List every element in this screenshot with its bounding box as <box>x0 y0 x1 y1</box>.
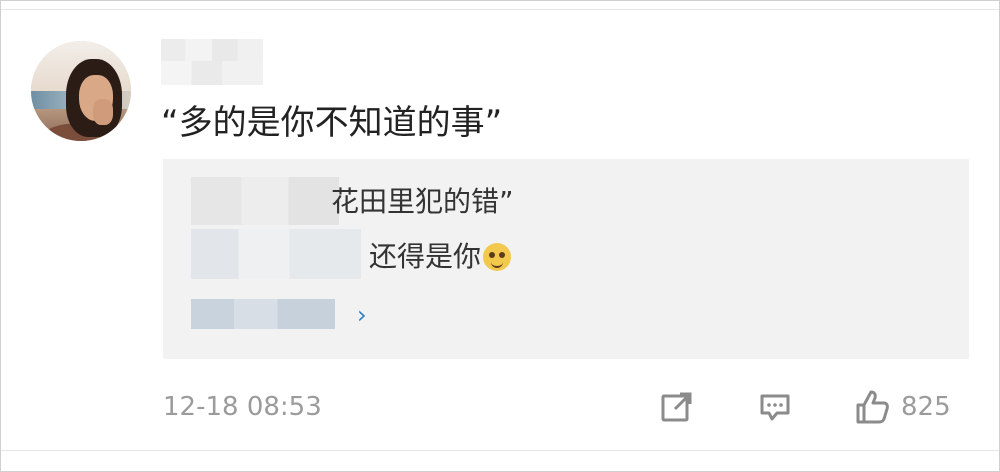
view-replies-link-blurred[interactable] <box>191 299 335 329</box>
quoted-reply-line-1: 花田里犯的错” <box>331 185 514 218</box>
comment-card: “多的是你不知道的事” 花田里犯的错” 还得是你 › 12-18 08:53 8… <box>0 0 1000 472</box>
chevron-right-icon[interactable]: › <box>357 301 367 329</box>
like-count: 825 <box>901 392 951 422</box>
quoted-reply-line-2-text: 还得是你 <box>369 240 482 273</box>
top-divider <box>1 1 999 10</box>
like-button[interactable]: 825 <box>853 387 971 427</box>
doge-icon <box>483 243 512 271</box>
avatar-hand <box>93 99 113 125</box>
comment-button[interactable] <box>757 387 797 427</box>
quoted-user-blurred-2 <box>191 229 361 279</box>
quoted-user-blurred <box>191 177 339 225</box>
thumbs-up-icon <box>853 388 891 426</box>
comment-text: “多的是你不知道的事” <box>161 103 503 143</box>
avatar[interactable] <box>31 41 131 141</box>
share-icon <box>659 389 695 425</box>
share-button[interactable] <box>659 387 699 427</box>
timestamp: 12-18 08:53 <box>163 392 322 422</box>
bottom-divider <box>1 450 999 471</box>
quoted-reply-line-2: 还得是你 <box>369 239 512 275</box>
username-blurred[interactable] <box>161 39 263 85</box>
comment-icon <box>757 389 793 425</box>
quoted-reply-box[interactable]: 花田里犯的错” 还得是你 › <box>163 159 969 359</box>
